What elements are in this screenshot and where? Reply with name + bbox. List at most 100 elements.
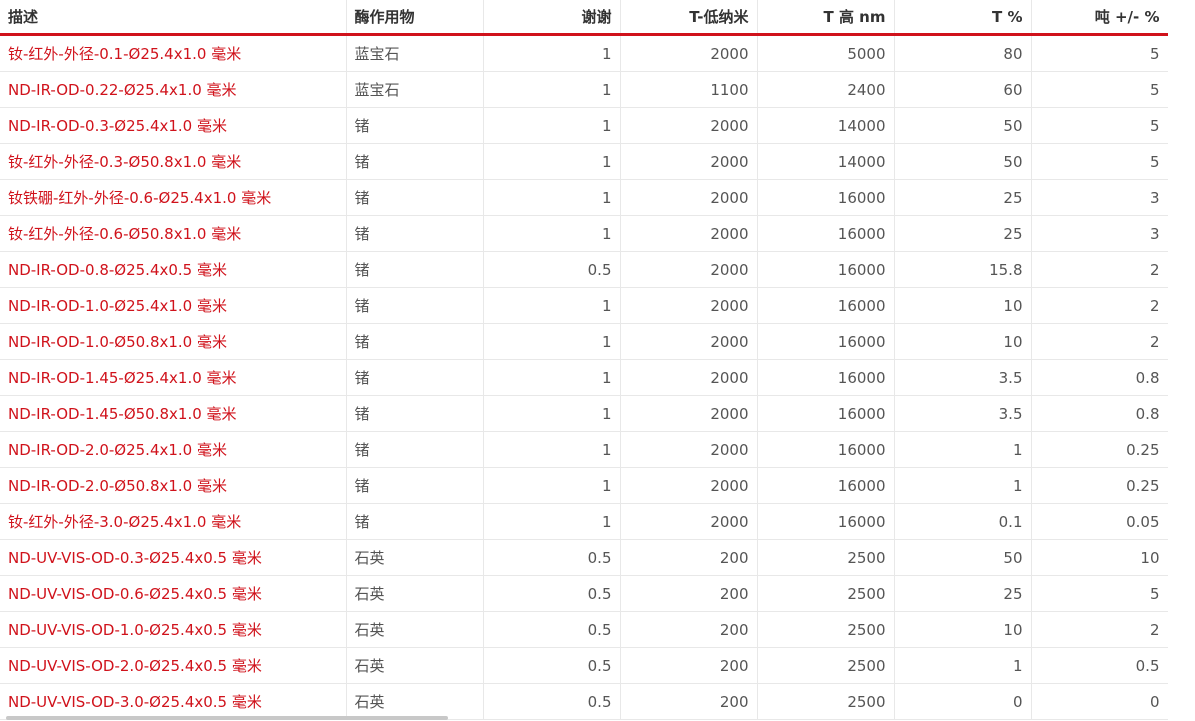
cell-description[interactable]: 钕-红外-外径-3.0-Ø25.4x1.0 毫米 xyxy=(0,503,347,540)
cell-substrate: 石英 xyxy=(346,611,484,648)
cell-t-low: 200 xyxy=(620,683,758,720)
table-row[interactable]: 钕-红外-外径-0.1-Ø25.4x1.0 毫米 蓝宝石 1 2000 5000 80 5 xyxy=(0,34,1169,72)
cell-t-percent: 3.5 xyxy=(894,359,1032,396)
cell-t-tolerance: 5 xyxy=(1031,107,1169,144)
table-row[interactable]: ND-IR-OD-1.45-Ø25.4x1.0 毫米锗 1 2000 16000 3.5… xyxy=(0,359,1169,396)
cell-thickness: 0.5 xyxy=(483,611,621,648)
cell-t-tolerance: 2 xyxy=(1031,611,1169,648)
cell-t-low: 2000 xyxy=(620,359,758,396)
cell-description[interactable]: ND-UV-VIS-OD-2.0-Ø25.4x0.5 毫米 xyxy=(0,647,347,684)
cell-t-percent: 0.1 xyxy=(894,503,1032,540)
cell-description[interactable]: ND-IR-OD-1.0-Ø50.8x1.0 毫米 xyxy=(0,323,347,360)
cell-description[interactable]: ND-IR-OD-1.45-Ø25.4x1.0 毫米 xyxy=(0,359,347,396)
table-row[interactable]: ND-IR-OD-1.0-Ø25.4x1.0 毫米锗 1 2000 16000 10 2 xyxy=(0,287,1169,324)
cell-t-percent: 25 xyxy=(894,575,1032,612)
cell-thickness: 1 xyxy=(483,503,621,540)
cell-thickness: 1 xyxy=(483,359,621,396)
cell-t-tolerance: 0.05 xyxy=(1031,503,1169,540)
cell-t-high: 14000 xyxy=(757,107,895,144)
cell-t-tolerance: 2 xyxy=(1031,251,1169,288)
cell-thickness: 1 xyxy=(483,287,621,324)
cell-description[interactable]: ND-UV-VIS-OD-1.0-Ø25.4x0.5 毫米 xyxy=(0,611,347,648)
cell-t-low: 200 xyxy=(620,575,758,612)
table-row[interactable]: 钕-红外-外径-0.6-Ø50.8x1.0 毫米锗 1 2000 16000 25 3 xyxy=(0,215,1169,252)
cell-t-high: 16000 xyxy=(757,215,895,252)
table-row[interactable]: ND-UV-VIS-OD-2.0-Ø25.4x0.5 毫米 石英 0.5 200 250… xyxy=(0,647,1169,684)
cell-t-tolerance: 3 xyxy=(1031,215,1169,252)
table-row[interactable]: ND-IR-OD-1.45-Ø50.8x1.0 毫米锗 1 2000 16000 3.5… xyxy=(0,395,1169,432)
cell-t-percent: 10 xyxy=(894,323,1032,360)
cell-t-low: 2000 xyxy=(620,431,758,468)
cell-thickness: 0.5 xyxy=(483,683,621,720)
cell-t-high: 2500 xyxy=(757,539,895,576)
header-t-tolerance[interactable]: 吨 +/- % xyxy=(1031,0,1169,36)
cell-substrate: 石英 xyxy=(346,539,484,576)
table-row[interactable]: 钕-红外-外径-0.3-Ø50.8x1.0 毫米锗 1 2000 14000 50 5 xyxy=(0,143,1169,180)
table-row[interactable]: ND-IR-OD-0.3-Ø25.4x1.0 毫米锗 1 2000 14000 50 5 xyxy=(0,107,1169,144)
cell-substrate: 锗 xyxy=(346,323,484,360)
cell-t-tolerance: 5 xyxy=(1031,71,1169,108)
cell-description[interactable]: ND-IR-OD-0.22-Ø25.4x1.0 毫米 xyxy=(0,71,347,108)
table-row[interactable]: ND-IR-OD-1.0-Ø50.8x1.0 毫米锗 1 2000 16000 10 2 xyxy=(0,323,1169,360)
header-thickness[interactable]: 谢谢 xyxy=(483,0,621,36)
cell-description[interactable]: ND-IR-OD-2.0-Ø25.4x1.0 毫米 xyxy=(0,431,347,468)
cell-substrate: 锗 xyxy=(346,431,484,468)
cell-t-high: 5000 xyxy=(757,34,895,72)
cell-t-percent: 60 xyxy=(894,71,1032,108)
header-t-high-nm[interactable]: T 高 nm xyxy=(757,0,895,36)
cell-description[interactable]: ND-UV-VIS-OD-0.3-Ø25.4x0.5 毫米 xyxy=(0,539,347,576)
table-row[interactable]: 钕铁硼-红外-外径-0.6-Ø25.4x1.0 毫米锗 1 2000 16000 25 3 xyxy=(0,179,1169,216)
cell-t-high: 16000 xyxy=(757,251,895,288)
cell-substrate: 石英 xyxy=(346,683,484,720)
cell-t-high: 2400 xyxy=(757,71,895,108)
cell-t-tolerance: 0.25 xyxy=(1031,431,1169,468)
cell-t-percent: 50 xyxy=(894,107,1032,144)
header-substrate[interactable]: 酶作用物 xyxy=(346,0,484,36)
header-t-low-nm[interactable]: T-低纳米 xyxy=(620,0,758,36)
table-row[interactable]: ND-UV-VIS-OD-3.0-Ø25.4x0.5 毫米 石英 0.5 200 250… xyxy=(0,683,1169,720)
table-row[interactable]: ND-IR-OD-0.22-Ø25.4x1.0 毫米 蓝宝石 1 1100 2400 60… xyxy=(0,71,1169,108)
table-row[interactable]: ND-IR-OD-2.0-Ø25.4x1.0 毫米锗 1 2000 16000 1 0.2… xyxy=(0,431,1169,468)
table-row[interactable]: ND-UV-VIS-OD-1.0-Ø25.4x0.5 毫米 石英 0.5 200 250… xyxy=(0,611,1169,648)
cell-thickness: 1 xyxy=(483,323,621,360)
cell-thickness: 1 xyxy=(483,71,621,108)
cell-thickness: 1 xyxy=(483,34,621,72)
cell-description[interactable]: ND-IR-OD-0.8-Ø25.4x0.5 毫米 xyxy=(0,251,347,288)
cell-t-low: 2000 xyxy=(620,215,758,252)
cell-description[interactable]: ND-IR-OD-0.3-Ø25.4x1.0 毫米 xyxy=(0,107,347,144)
table-row[interactable]: ND-IR-OD-0.8-Ø25.4x0.5 毫米锗 0.5 2000 16000 15… xyxy=(0,251,1169,288)
cell-t-tolerance: 5 xyxy=(1031,143,1169,180)
cell-t-low: 2000 xyxy=(620,34,758,72)
cell-substrate: 锗 xyxy=(346,251,484,288)
cell-description[interactable]: ND-IR-OD-2.0-Ø50.8x1.0 毫米 xyxy=(0,467,347,504)
cell-thickness: 0.5 xyxy=(483,251,621,288)
cell-description[interactable]: 钕-红外-外径-0.6-Ø50.8x1.0 毫米 xyxy=(0,215,347,252)
filter-spec-table: 描述 酶作用物 谢谢 T-低纳米 T 高 nm T % 吨 +/- % 钕-红外… xyxy=(0,0,1169,720)
table-row[interactable]: 钕-红外-外径-3.0-Ø25.4x1.0 毫米锗 1 2000 16000 0.1 0.… xyxy=(0,503,1169,540)
cell-description[interactable]: 钕-红外-外径-0.3-Ø50.8x1.0 毫米 xyxy=(0,143,347,180)
cell-description[interactable]: ND-UV-VIS-OD-3.0-Ø25.4x0.5 毫米 xyxy=(0,683,347,720)
cell-substrate: 锗 xyxy=(346,179,484,216)
cell-substrate: 石英 xyxy=(346,647,484,684)
header-t-percent[interactable]: T % xyxy=(894,0,1032,36)
cell-t-low: 200 xyxy=(620,647,758,684)
cell-description[interactable]: 钕-红外-外径-0.1-Ø25.4x1.0 毫米 xyxy=(0,34,347,72)
table-row[interactable]: ND-UV-VIS-OD-0.6-Ø25.4x0.5 毫米 石英 0.5 200 250… xyxy=(0,575,1169,612)
cell-description[interactable]: ND-IR-OD-1.45-Ø50.8x1.0 毫米 xyxy=(0,395,347,432)
cell-t-tolerance: 0 xyxy=(1031,683,1169,720)
cell-t-percent: 1 xyxy=(894,647,1032,684)
table-row[interactable]: ND-UV-VIS-OD-0.3-Ø25.4x0.5 毫米 石英 0.5 200 250… xyxy=(0,539,1169,576)
cell-substrate: 蓝宝石 xyxy=(346,71,484,108)
table-row[interactable]: ND-IR-OD-2.0-Ø50.8x1.0 毫米锗 1 2000 16000 1 0.2… xyxy=(0,467,1169,504)
cell-description[interactable]: ND-IR-OD-1.0-Ø25.4x1.0 毫米 xyxy=(0,287,347,324)
cell-description[interactable]: ND-UV-VIS-OD-0.6-Ø25.4x0.5 毫米 xyxy=(0,575,347,612)
cell-t-tolerance: 3 xyxy=(1031,179,1169,216)
cell-description[interactable]: 钕铁硼-红外-外径-0.6-Ø25.4x1.0 毫米 xyxy=(0,179,347,216)
horizontal-scrollbar-thumb[interactable] xyxy=(6,716,448,720)
cell-t-percent: 25 xyxy=(894,215,1032,252)
header-description[interactable]: 描述 xyxy=(0,0,347,36)
table-header-row: 描述 酶作用物 谢谢 T-低纳米 T 高 nm T % 吨 +/- % xyxy=(0,0,1169,36)
cell-substrate: 锗 xyxy=(346,395,484,432)
product-table-viewport: 描述 酶作用物 谢谢 T-低纳米 T 高 nm T % 吨 +/- % 钕-红外… xyxy=(0,0,1195,721)
cell-t-low: 2000 xyxy=(620,143,758,180)
